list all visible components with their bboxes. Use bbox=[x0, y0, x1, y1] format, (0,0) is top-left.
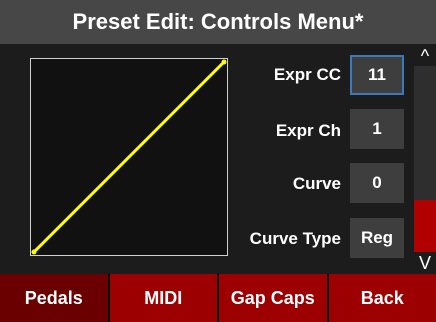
back-button[interactable]: Back bbox=[328, 274, 436, 322]
expression-curve-graph bbox=[30, 58, 228, 256]
scroll-thumb[interactable] bbox=[414, 200, 436, 252]
gap-caps-button[interactable]: Gap Caps bbox=[219, 274, 327, 322]
curve-start-point bbox=[31, 249, 37, 255]
scroll-track[interactable] bbox=[414, 66, 436, 252]
controls-menu-screen: Preset Edit: Controls Menu* Expr CC 11 E… bbox=[0, 0, 436, 322]
curve-end-point bbox=[221, 59, 227, 65]
curve-type-label: Curve Type bbox=[249, 229, 341, 248]
curve-line bbox=[32, 60, 226, 254]
expr-cc-label: Expr CC bbox=[273, 65, 341, 84]
scroll-up-icon[interactable]: ^ bbox=[414, 44, 436, 66]
curve-plot bbox=[31, 59, 227, 255]
page-title: Preset Edit: Controls Menu* bbox=[0, 0, 436, 44]
curve-label: Curve bbox=[292, 174, 341, 193]
expr-ch-value[interactable]: 1 bbox=[350, 109, 404, 149]
curve-value[interactable]: 0 bbox=[350, 163, 404, 203]
curve-type-value[interactable]: Reg bbox=[350, 218, 404, 258]
midi-button[interactable]: MIDI bbox=[109, 274, 217, 322]
scrollbar[interactable]: ^ V bbox=[414, 44, 436, 274]
pedals-button[interactable]: Pedals bbox=[0, 274, 108, 322]
expr-cc-value[interactable]: 11 bbox=[350, 55, 404, 95]
scroll-down-icon[interactable]: V bbox=[414, 252, 436, 274]
bottom-nav-bar: Pedals MIDI Gap Caps Back bbox=[0, 274, 436, 322]
expr-ch-label: Expr Ch bbox=[275, 121, 341, 140]
